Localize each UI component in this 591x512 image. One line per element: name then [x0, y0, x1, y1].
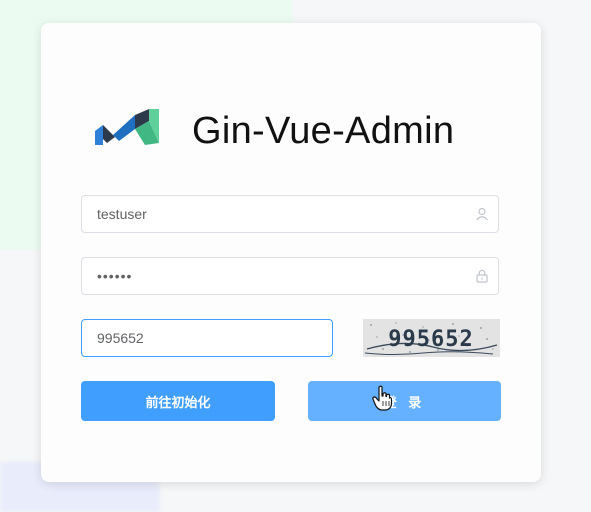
brand-header: Gin-Vue-Admin: [93, 103, 454, 159]
password-field[interactable]: [81, 257, 499, 295]
logo-icon: [95, 109, 159, 145]
captcha-image[interactable]: 995652: [363, 319, 500, 357]
app-title: Gin-Vue-Admin: [192, 109, 455, 152]
password-input[interactable]: [82, 258, 498, 294]
username-input[interactable]: [82, 196, 498, 232]
captcha-text: 995652: [388, 327, 473, 352]
captcha-field[interactable]: [81, 319, 333, 357]
lock-icon: [476, 269, 488, 283]
username-field[interactable]: [81, 195, 499, 233]
login-button[interactable]: 登 录: [308, 381, 501, 421]
login-card: Gin-Vue-Admin 995652 前往初始化 登 录: [41, 23, 541, 482]
user-icon: [476, 207, 488, 221]
captcha-input[interactable]: [82, 320, 332, 356]
init-button[interactable]: 前往初始化: [81, 381, 275, 421]
